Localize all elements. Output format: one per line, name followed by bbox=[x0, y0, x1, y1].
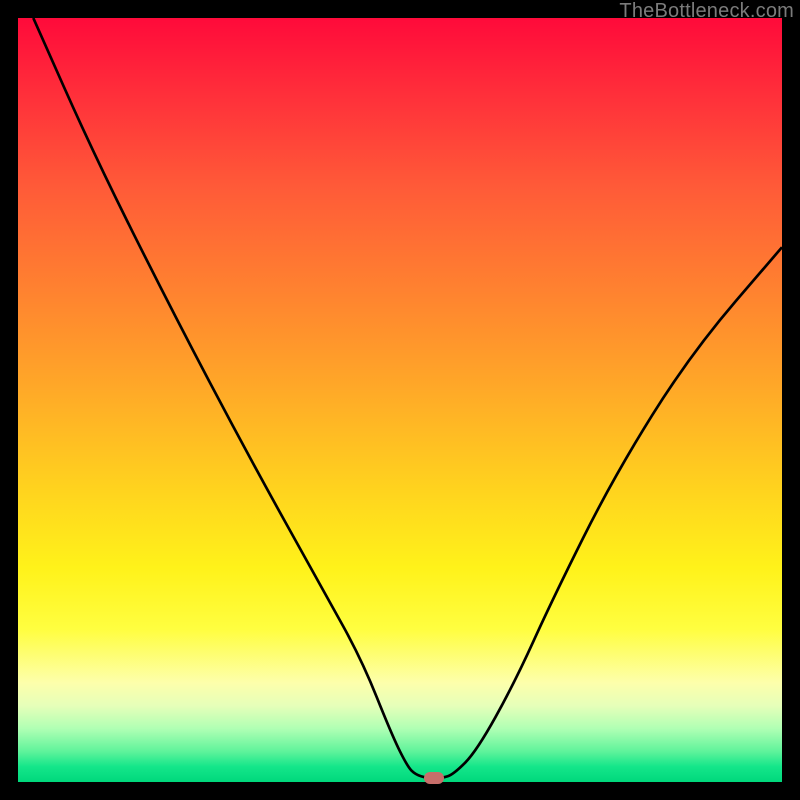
chart-frame: TheBottleneck.com bbox=[0, 0, 800, 800]
watermark-text: TheBottleneck.com bbox=[619, 0, 794, 23]
bottleneck-curve-path bbox=[33, 18, 782, 778]
curve-svg bbox=[18, 18, 782, 782]
optimum-marker bbox=[424, 772, 444, 784]
plot-area bbox=[18, 18, 782, 782]
